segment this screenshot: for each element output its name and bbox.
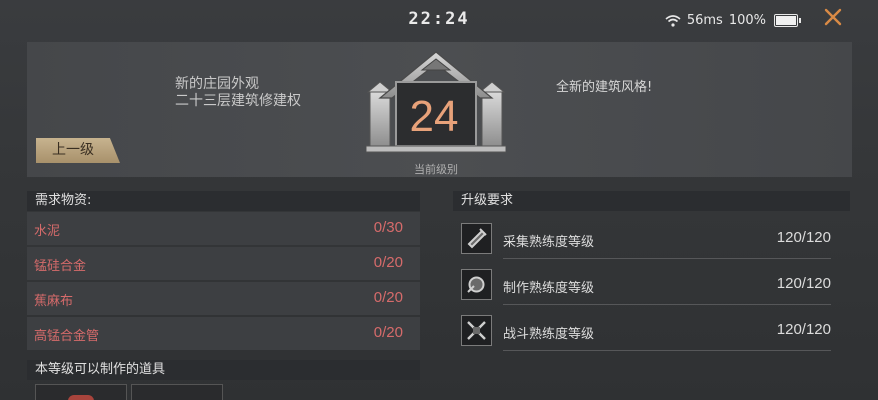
battery-percent: 100% [728, 13, 766, 28]
requirement-row: 采集熟练度等级 120/120 [453, 219, 831, 259]
divider [503, 350, 831, 351]
material-row: 蕉麻布 0/20 [27, 282, 420, 315]
craft-icon [461, 269, 492, 300]
material-name: 水泥 [34, 224, 61, 239]
divider [503, 258, 831, 259]
material-row: 水泥 0/30 [27, 212, 420, 245]
material-row: 锰硅合金 0/20 [27, 247, 420, 280]
requirement-name: 制作熟练度等级 [503, 281, 595, 296]
previous-level-button[interactable]: 上一级 [36, 138, 120, 163]
requirement-name: 采集熟练度等级 [503, 235, 595, 250]
requirement-value: 120/120 [776, 275, 831, 292]
current-level-caption: 当前级别 [414, 163, 458, 176]
requirement-row: 战斗熟练度等级 120/120 [453, 311, 831, 351]
battery-icon [774, 14, 801, 27]
unlock-line-1: 新的庄园外观 [175, 76, 259, 92]
requirement-value: 120/120 [776, 321, 831, 338]
style-note: 全新的建筑风格! [556, 80, 653, 95]
wifi-icon [665, 14, 681, 27]
craftable-item-slot[interactable] [131, 384, 223, 400]
battery-fill [776, 16, 796, 25]
gather-icon [461, 223, 492, 254]
status-indicators: 56ms 100% [665, 13, 801, 28]
unlock-description: 新的庄园外观 二十三层建筑修建权 [175, 76, 301, 110]
divider [503, 304, 831, 305]
requirements-header: 升级要求 [453, 191, 850, 211]
unlock-line-2: 二十三层建筑修建权 [175, 93, 301, 109]
material-row: 高锰合金管 0/20 [27, 317, 420, 350]
material-quantity: 0/20 [373, 254, 403, 271]
requirement-value: 120/120 [776, 229, 831, 246]
material-quantity: 0/20 [373, 289, 403, 306]
material-name: 锰硅合金 [34, 259, 87, 274]
craftable-item-slot[interactable] [35, 384, 127, 400]
upgrade-window: 22:24 56ms 100% 新的庄园外观 二十三层建筑修建权 全新的建筑风格… [0, 0, 878, 400]
combat-icon [461, 315, 492, 346]
requirement-name: 战斗熟练度等级 [503, 327, 595, 342]
requirement-row: 制作熟练度等级 120/120 [453, 265, 831, 305]
close-icon [824, 8, 842, 26]
craftable-header: 本等级可以制作的道具 [27, 360, 420, 380]
materials-header: 需求物资: [27, 191, 420, 211]
material-name: 蕉麻布 [34, 294, 74, 309]
item-icon [68, 395, 94, 400]
material-name: 高锰合金管 [34, 329, 100, 344]
close-button[interactable] [822, 7, 844, 29]
material-quantity: 0/30 [373, 219, 403, 236]
ping-value: 56ms [686, 13, 723, 28]
material-quantity: 0/20 [373, 324, 403, 341]
current-level-number: 24 [409, 92, 459, 141]
